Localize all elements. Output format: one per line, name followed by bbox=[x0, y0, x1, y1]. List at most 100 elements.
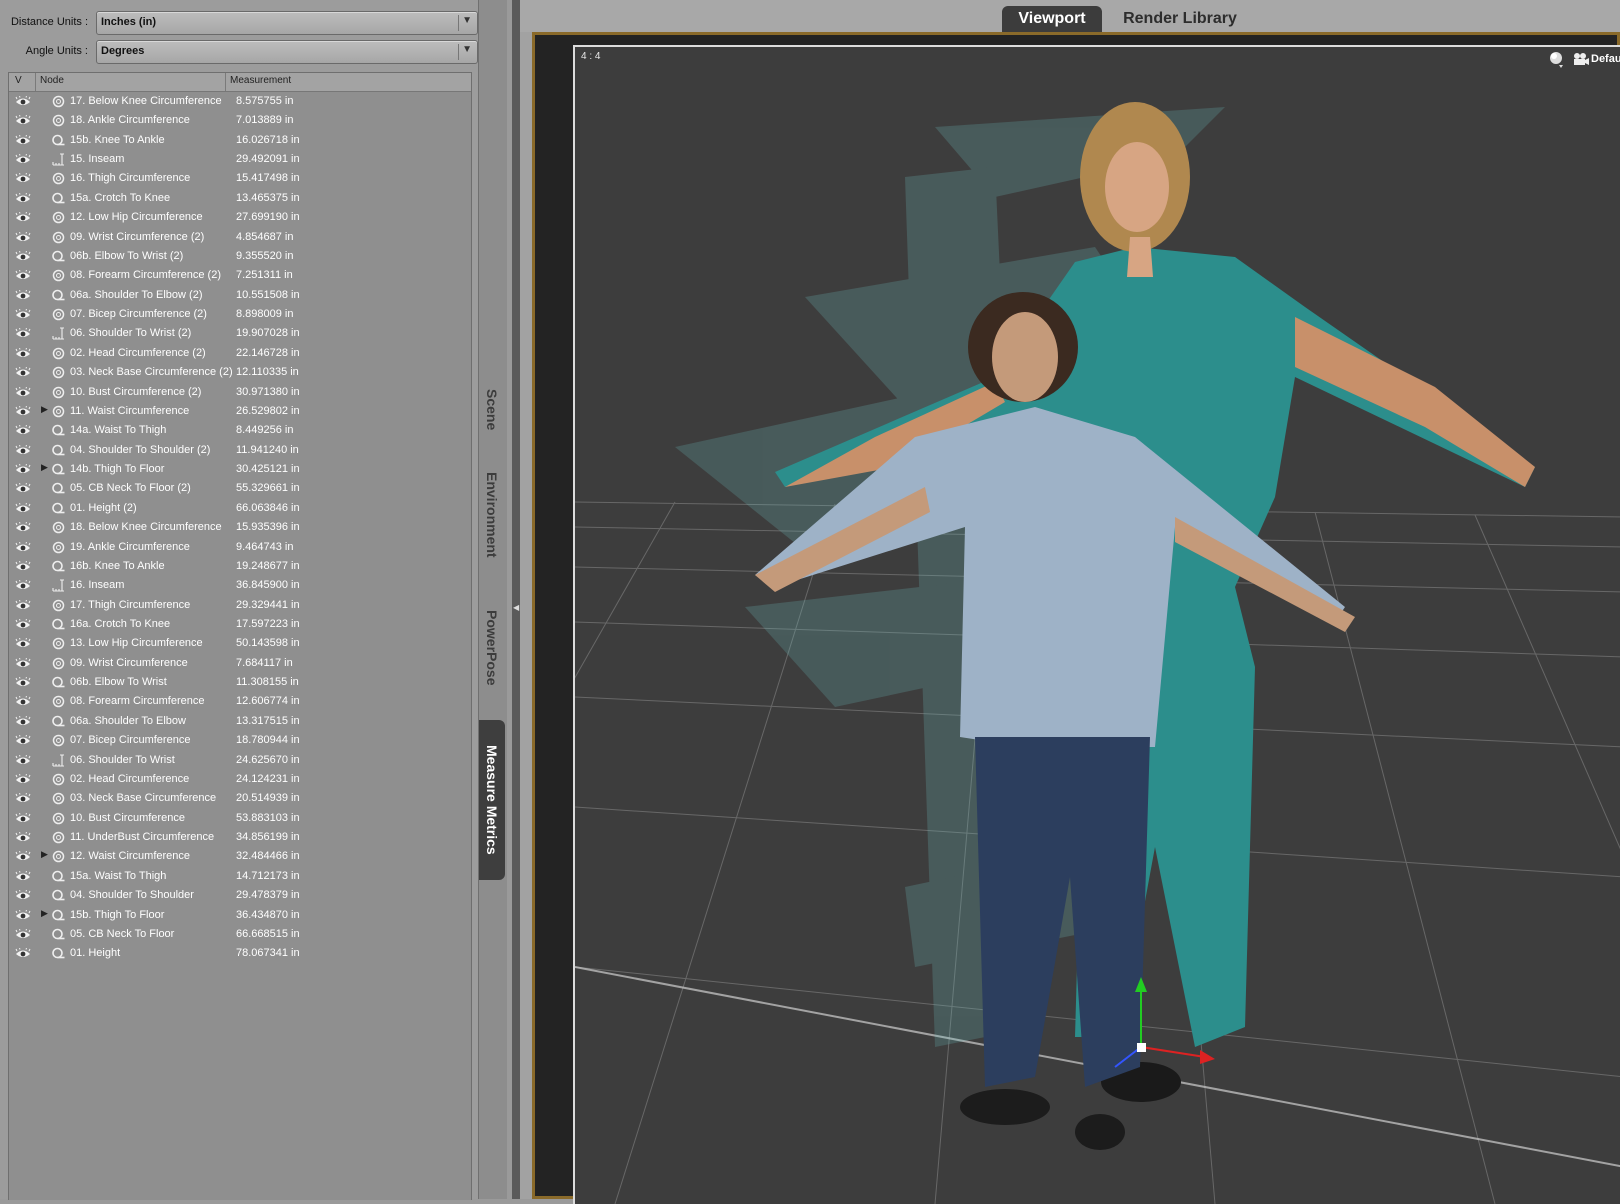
eye-icon[interactable] bbox=[15, 928, 31, 940]
expand-arrow-icon[interactable]: ▶ bbox=[41, 849, 48, 860]
column-header-node[interactable]: Node bbox=[40, 75, 64, 86]
distance-units-dropdown[interactable]: Inches (in) ▼ bbox=[96, 11, 478, 35]
table-row[interactable]: ▶ 12. Waist Circumference 32.484466 in bbox=[9, 847, 471, 867]
eye-icon[interactable] bbox=[15, 173, 31, 184]
table-row[interactable]: 06. Shoulder To Wrist (2) 19.907028 in bbox=[9, 324, 471, 344]
eye-icon[interactable] bbox=[15, 212, 31, 223]
table-row[interactable]: 06a. Shoulder To Elbow 13.317515 in bbox=[9, 712, 471, 732]
eye-icon[interactable] bbox=[15, 115, 31, 126]
eye-icon[interactable] bbox=[15, 192, 31, 204]
table-row[interactable]: 05. CB Neck To Floor (2) 55.329661 in bbox=[9, 479, 471, 499]
table-row[interactable]: 07. Bicep Circumference (2) 8.898009 in bbox=[9, 305, 471, 325]
eye-icon[interactable] bbox=[15, 754, 31, 766]
table-row[interactable]: 08. Forearm Circumference 12.606774 in bbox=[9, 692, 471, 712]
table-row[interactable]: 06. Shoulder To Wrist 24.625670 in bbox=[9, 751, 471, 771]
table-row[interactable]: 15a. Waist To Thigh 14.712173 in bbox=[9, 867, 471, 887]
tab-environment[interactable]: Environment bbox=[479, 460, 505, 570]
3d-viewport[interactable]: 4 : 4 Defaul bbox=[573, 45, 1620, 1204]
column-header-visibility[interactable]: V bbox=[15, 75, 22, 86]
eye-icon[interactable] bbox=[15, 909, 31, 921]
table-row[interactable]: 04. Shoulder To Shoulder 29.478379 in bbox=[9, 886, 471, 906]
eye-icon[interactable] bbox=[15, 405, 31, 417]
table-row[interactable]: 15. Inseam 29.492091 in bbox=[9, 150, 471, 170]
eye-icon[interactable] bbox=[15, 250, 31, 262]
table-row[interactable]: 17. Below Knee Circumference 8.575755 in bbox=[9, 92, 471, 112]
table-row[interactable]: 03. Neck Base Circumference (2) 12.110335… bbox=[9, 363, 471, 383]
table-row[interactable]: 12. Low Hip Circumference 27.699190 in bbox=[9, 208, 471, 228]
table-row[interactable]: 06b. Elbow To Wrist 11.308155 in bbox=[9, 673, 471, 693]
eye-icon[interactable] bbox=[15, 96, 31, 107]
eye-icon[interactable] bbox=[15, 444, 31, 456]
panel-collapse-handle[interactable]: ◀ bbox=[512, 0, 520, 1199]
eye-icon[interactable] bbox=[15, 657, 31, 669]
eye-icon[interactable] bbox=[15, 715, 31, 727]
eye-icon[interactable] bbox=[15, 367, 31, 378]
table-row[interactable]: 08. Forearm Circumference (2) 7.251311 in bbox=[9, 266, 471, 286]
eye-icon[interactable] bbox=[15, 483, 31, 494]
table-row[interactable]: 18. Ankle Circumference 7.013889 in bbox=[9, 111, 471, 131]
table-row[interactable]: ▶ 14b. Thigh To Floor 30.425121 in bbox=[9, 460, 471, 480]
eye-icon[interactable] bbox=[15, 890, 31, 901]
eye-icon[interactable] bbox=[15, 289, 31, 301]
eye-icon[interactable] bbox=[15, 464, 31, 475]
eye-icon[interactable] bbox=[15, 134, 31, 146]
table-row[interactable]: 16. Inseam 36.845900 in bbox=[9, 576, 471, 596]
table-row[interactable]: 09. Wrist Circumference (2) 4.854687 in bbox=[9, 228, 471, 248]
eye-icon[interactable] bbox=[15, 696, 31, 707]
expand-arrow-icon[interactable]: ▶ bbox=[41, 404, 48, 415]
table-row[interactable]: 16. Thigh Circumference 15.417498 in bbox=[9, 169, 471, 189]
eye-icon[interactable] bbox=[15, 735, 31, 746]
eye-icon[interactable] bbox=[15, 870, 31, 882]
table-row[interactable]: 07. Bicep Circumference 18.780944 in bbox=[9, 731, 471, 751]
table-row[interactable]: 15b. Knee To Ankle 16.026718 in bbox=[9, 131, 471, 151]
eye-icon[interactable] bbox=[15, 347, 31, 359]
tab-render-library[interactable]: Render Library bbox=[1110, 6, 1250, 32]
table-row[interactable]: ▶ 11. Waist Circumference 26.529802 in bbox=[9, 402, 471, 422]
table-row[interactable]: 05. CB Neck To Floor 66.668515 in bbox=[9, 925, 471, 945]
eye-icon[interactable] bbox=[15, 270, 31, 281]
table-row[interactable]: 06a. Shoulder To Elbow (2) 10.551508 in bbox=[9, 286, 471, 306]
eye-icon[interactable] bbox=[15, 502, 31, 514]
eye-icon[interactable] bbox=[15, 948, 31, 959]
eye-icon[interactable] bbox=[15, 560, 31, 572]
table-row[interactable]: 02. Head Circumference 24.124231 in bbox=[9, 770, 471, 790]
eye-icon[interactable] bbox=[15, 154, 31, 165]
table-row[interactable]: 15a. Crotch To Knee 13.465375 in bbox=[9, 189, 471, 209]
table-row[interactable]: 02. Head Circumference (2) 22.146728 in bbox=[9, 344, 471, 364]
eye-icon[interactable] bbox=[15, 231, 31, 243]
eye-icon[interactable] bbox=[15, 851, 31, 862]
column-header-measurement[interactable]: Measurement bbox=[230, 75, 291, 86]
table-row[interactable]: 14a. Waist To Thigh 8.449256 in bbox=[9, 421, 471, 441]
eye-icon[interactable] bbox=[15, 599, 31, 611]
eye-icon[interactable] bbox=[15, 522, 31, 533]
eye-icon[interactable] bbox=[15, 541, 31, 553]
eye-icon[interactable] bbox=[15, 425, 31, 436]
table-row[interactable]: 11. UnderBust Circumference 34.856199 in bbox=[9, 828, 471, 848]
eye-icon[interactable] bbox=[15, 793, 31, 804]
eye-icon[interactable] bbox=[15, 309, 31, 320]
tab-measure-metrics[interactable]: Measure Metrics bbox=[479, 720, 505, 880]
table-row[interactable]: 17. Thigh Circumference 29.329441 in bbox=[9, 596, 471, 616]
table-row[interactable]: 04. Shoulder To Shoulder (2) 11.941240 in bbox=[9, 441, 471, 461]
eye-icon[interactable] bbox=[15, 386, 31, 398]
table-row[interactable]: 19. Ankle Circumference 9.464743 in bbox=[9, 538, 471, 558]
table-row[interactable]: ▶ 15b. Thigh To Floor 36.434870 in bbox=[9, 906, 471, 926]
eye-icon[interactable] bbox=[15, 677, 31, 688]
table-row[interactable]: 09. Wrist Circumference 7.684117 in bbox=[9, 654, 471, 674]
table-row[interactable]: 16b. Knee To Ankle 19.248677 in bbox=[9, 557, 471, 577]
angle-units-dropdown[interactable]: Degrees ▼ bbox=[96, 40, 478, 64]
eye-icon[interactable] bbox=[15, 580, 31, 591]
eye-icon[interactable] bbox=[15, 618, 31, 630]
tab-viewport[interactable]: Viewport bbox=[1002, 6, 1102, 32]
table-row[interactable]: 03. Neck Base Circumference 20.514939 in bbox=[9, 789, 471, 809]
table-row[interactable]: 06b. Elbow To Wrist (2) 9.355520 in bbox=[9, 247, 471, 267]
table-row[interactable]: 13. Low Hip Circumference 50.143598 in bbox=[9, 634, 471, 654]
eye-icon[interactable] bbox=[15, 812, 31, 824]
table-row[interactable]: 10. Bust Circumference 53.883103 in bbox=[9, 809, 471, 829]
expand-arrow-icon[interactable]: ▶ bbox=[41, 462, 48, 473]
table-row[interactable]: 18. Below Knee Circumference 15.935396 in bbox=[9, 518, 471, 538]
expand-arrow-icon[interactable]: ▶ bbox=[41, 908, 48, 919]
eye-icon[interactable] bbox=[15, 773, 31, 785]
table-row[interactable]: 01. Height (2) 66.063846 in bbox=[9, 499, 471, 519]
table-row[interactable]: 01. Height 78.067341 in bbox=[9, 944, 471, 964]
